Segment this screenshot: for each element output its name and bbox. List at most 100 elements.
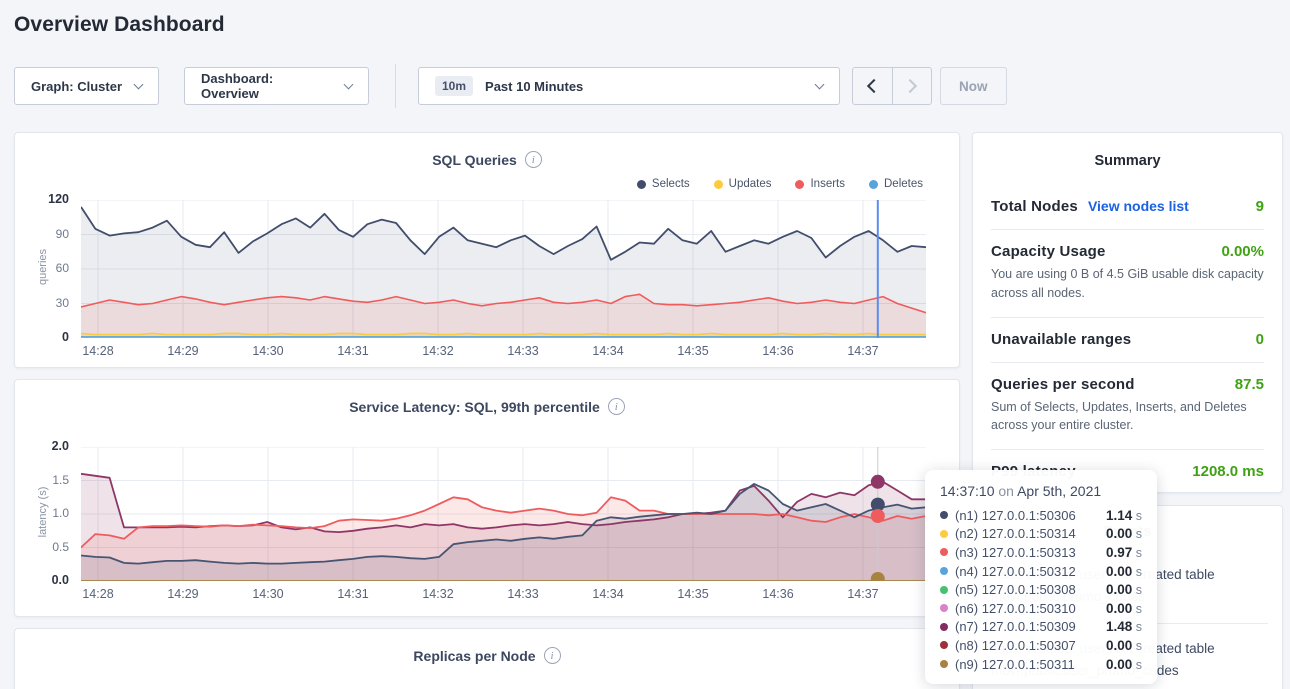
chart-hover-tooltip: 14:37:10 on Apr 5th, 2021 (n1) 127.0.0.1… [925, 470, 1157, 684]
y-tick-label: 60 [23, 261, 69, 275]
page-title: Overview Dashboard [14, 13, 225, 37]
node-address: (n1) 127.0.0.1:50306 [955, 508, 1076, 523]
node-color-dot-icon [940, 641, 948, 649]
x-tick-label: 14:29 [158, 587, 208, 601]
legend-dot-icon [637, 180, 646, 189]
replicas-per-node-title: Replicas per Node i [15, 647, 959, 664]
tooltip-row: (n5) 127.0.0.1:503080.00 s [940, 580, 1142, 599]
legend-dot-icon [869, 180, 878, 189]
summary-value: 9 [1256, 198, 1264, 215]
legend-item-inserts[interactable]: Inserts [795, 178, 845, 190]
x-tick-label: 14:34 [583, 587, 633, 601]
legend-item-deletes[interactable]: Deletes [869, 178, 923, 190]
service-latency-svg [81, 447, 926, 581]
sql-legend: Selects Updates Inserts Deletes [637, 178, 923, 190]
node-color-dot-icon [940, 623, 948, 631]
chevron-down-icon [344, 79, 354, 89]
time-prev-button[interactable] [853, 68, 892, 104]
summary-label: Unavailable ranges [991, 331, 1131, 348]
summary-label: Total Nodes [991, 198, 1078, 215]
x-tick-label: 14:34 [583, 344, 633, 358]
info-icon[interactable]: i [544, 647, 561, 664]
y-tick-label: 0.0 [23, 573, 69, 587]
tooltip-row: (n6) 127.0.0.1:503100.00 s [940, 599, 1142, 618]
node-latency-value: 0.00 s [1106, 601, 1142, 616]
legend-item-updates[interactable]: Updates [714, 178, 772, 190]
time-range-dropdown[interactable]: 10m Past 10 Minutes [418, 67, 840, 105]
node-address: (n5) 127.0.0.1:50308 [955, 582, 1076, 597]
node-address: (n7) 127.0.0.1:50309 [955, 619, 1076, 634]
chevron-right-icon [903, 79, 917, 93]
sql-queries-title: SQL Queries i [15, 151, 959, 168]
chevron-left-icon [867, 79, 881, 93]
dashboard-dropdown[interactable]: Dashboard: Overview [184, 67, 369, 105]
node-latency-value: 0.00 s [1106, 526, 1142, 541]
time-nav-group [852, 67, 932, 105]
sql-queries-plot[interactable] [81, 200, 926, 338]
node-color-dot-icon [940, 511, 948, 519]
overview-dashboard-page: Overview Dashboard Graph: Cluster Dashbo… [0, 0, 1290, 689]
x-tick-label: 14:37 [838, 587, 888, 601]
y-tick-label: 0 [23, 330, 69, 344]
tooltip-time: 14:37:10 [940, 483, 995, 499]
summary-row-unavailable-ranges: Unavailable ranges 0 [991, 318, 1264, 363]
x-tick-label: 14:28 [73, 587, 123, 601]
summary-value: 87.5 [1235, 376, 1264, 393]
summary-label: Capacity Usage [991, 243, 1106, 260]
view-nodes-list-link[interactable]: View nodes list [1088, 198, 1189, 214]
tooltip-timestamp: 14:37:10 on Apr 5th, 2021 [940, 483, 1142, 499]
x-tick-label: 14:31 [328, 344, 378, 358]
x-tick-label: 14:30 [243, 344, 293, 358]
y-axis-ticks: 0.00.51.01.52.0 [23, 447, 75, 581]
chart-title-text: SQL Queries [432, 152, 517, 168]
x-tick-label: 14:32 [413, 344, 463, 358]
tooltip-rows: (n1) 127.0.0.1:503061.14 s(n2) 127.0.0.1… [940, 506, 1142, 673]
tooltip-row: (n7) 127.0.0.1:50309 1.48 s [940, 618, 1142, 637]
summary-value: 1208.0 ms [1192, 463, 1264, 480]
node-color-dot-icon [940, 567, 948, 575]
y-tick-label: 30 [23, 296, 69, 310]
node-address: (n8) 127.0.0.1:50307 [955, 638, 1076, 653]
legend-dot-icon [795, 180, 804, 189]
node-latency-value: 0.00 s [1106, 564, 1142, 579]
legend-item-selects[interactable]: Selects [637, 178, 690, 190]
x-tick-label: 14:28 [73, 344, 123, 358]
summary-value: 0.00% [1221, 243, 1264, 260]
info-icon[interactable]: i [608, 398, 625, 415]
service-latency-panel: Service Latency: SQL, 99th percentile i … [14, 379, 960, 617]
info-icon[interactable]: i [525, 151, 542, 168]
summary-title: Summary [973, 153, 1282, 169]
now-button[interactable]: Now [940, 67, 1007, 105]
summary-panel: Summary Total Nodes View nodes list 9 Ca… [972, 132, 1283, 493]
graph-dropdown[interactable]: Graph: Cluster [14, 67, 159, 105]
now-button-label: Now [959, 79, 988, 94]
y-tick-label: 120 [23, 192, 69, 206]
summary-value: 0 [1256, 331, 1264, 348]
node-address: (n2) 127.0.0.1:50314 [955, 526, 1076, 541]
summary-description: Sum of Selects, Updates, Inserts, and De… [991, 398, 1264, 436]
y-axis-ticks: 0306090120 [23, 200, 75, 338]
node-latency-value: 1.48 s [1106, 619, 1142, 634]
summary-label: Queries per second [991, 376, 1135, 393]
y-tick-label: 90 [23, 227, 69, 241]
graph-dropdown-label: Graph: Cluster [31, 79, 122, 94]
summary-description: You are using 0 B of 4.5 GiB usable disk… [991, 265, 1264, 303]
x-tick-label: 14:36 [753, 344, 803, 358]
summary-row-capacity-usage: Capacity Usage 0.00% You are using 0 B o… [991, 230, 1264, 318]
sql-queries-panel: SQL Queries i Selects Updates Inserts Delet… [14, 132, 960, 368]
x-tick-label: 14:32 [413, 587, 463, 601]
x-tick-label: 14:29 [158, 344, 208, 358]
legend-label: Selects [652, 178, 690, 190]
tooltip-on: on [998, 483, 1014, 499]
service-latency-plot[interactable] [81, 447, 926, 581]
tooltip-row: (n2) 127.0.0.1:50314 0.00 s [940, 525, 1142, 544]
summary-row-total-nodes: Total Nodes View nodes list 9 [991, 185, 1264, 230]
y-tick-label: 2.0 [23, 439, 69, 453]
time-next-button[interactable] [892, 68, 931, 104]
chevron-down-icon [815, 79, 825, 89]
legend-label: Updates [729, 178, 772, 190]
x-tick-label: 14:37 [838, 344, 888, 358]
node-latency-value: 0.97 s [1106, 545, 1142, 560]
y-tick-label: 1.5 [23, 473, 69, 487]
time-range-badge: 10m [435, 76, 473, 96]
